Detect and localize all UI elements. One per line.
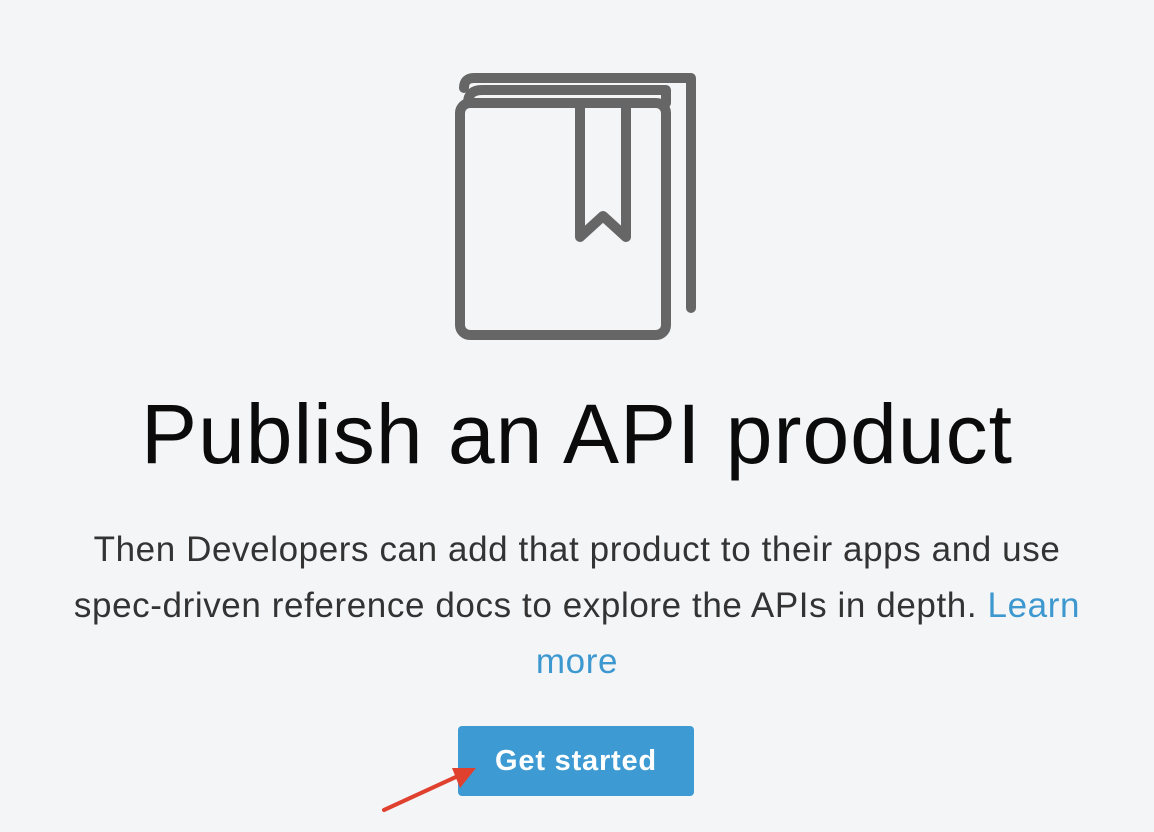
red-arrow-icon	[382, 768, 476, 812]
book-bookmark-icon	[455, 73, 696, 340]
get-started-button[interactable]: Get started	[458, 726, 694, 796]
page-title: Publish an API product	[141, 387, 1013, 481]
empty-state-page: Publish an API product Then Developers c…	[0, 0, 1154, 832]
description-text: Then Developers can add that product to …	[50, 522, 1104, 690]
description-body: Then Developers can add that product to …	[73, 530, 1061, 625]
